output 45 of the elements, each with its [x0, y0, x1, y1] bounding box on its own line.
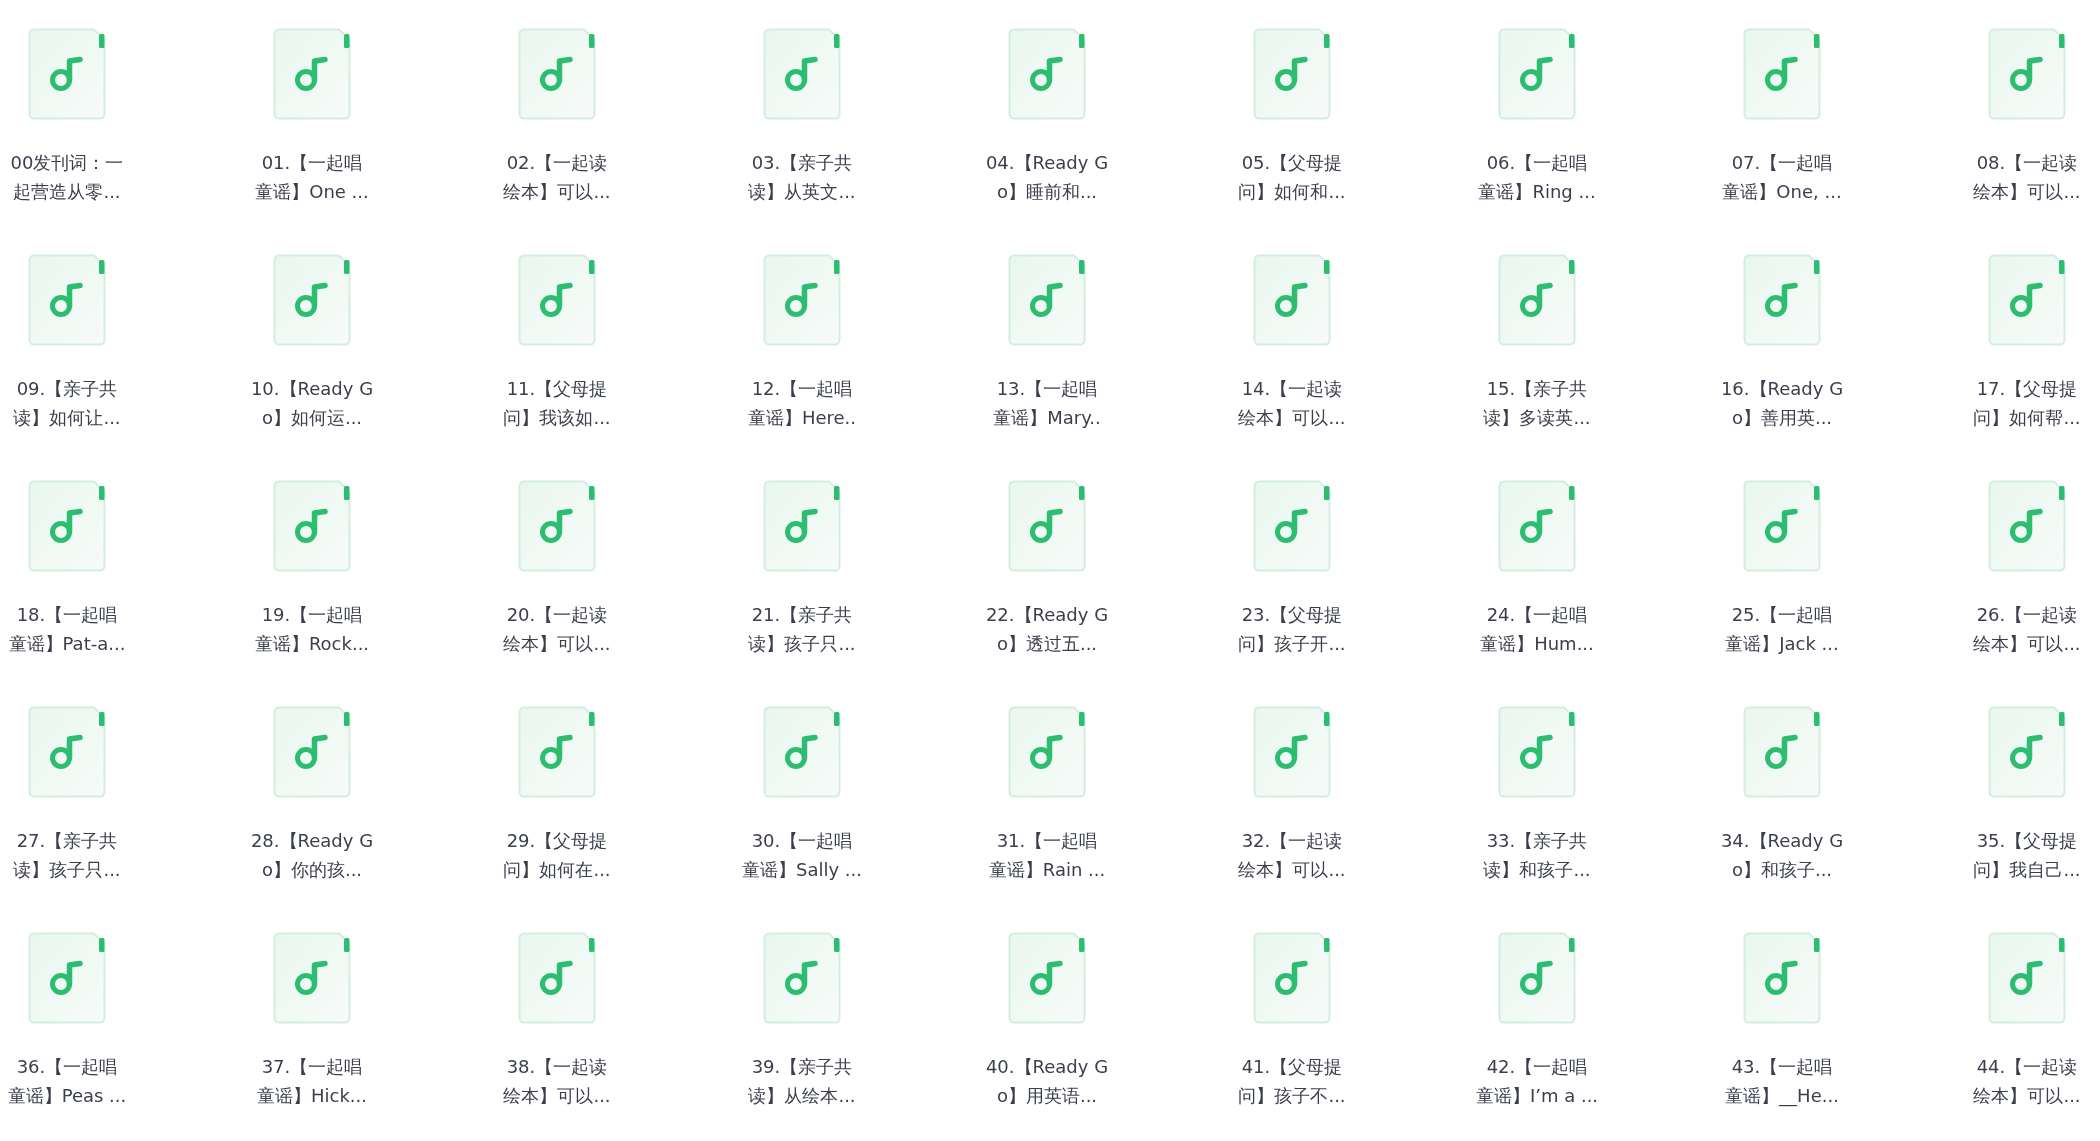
file-name: 33.【亲子共 读】和孩子... — [1483, 829, 1591, 882]
file-name: 02.【一起读 绘本】可以... — [503, 151, 611, 204]
file-name: 07.【一起唱 童谣】One, ... — [1722, 151, 1842, 204]
file-name: 13.【一起唱 童谣】Mary.. — [993, 377, 1101, 430]
file-name: 09.【亲子共 读】如何让... — [13, 377, 121, 430]
file-name: 11.【父母提 问】我该如... — [503, 377, 611, 430]
file-name: 37.【一起唱 童谣】Hick... — [257, 1055, 367, 1108]
file-name: 31.【一起唱 童谣】Rain ... — [988, 829, 1106, 882]
file-name: 06.【一起唱 童谣】Ring ... — [1478, 151, 1596, 204]
file-name: 22.【Ready G o】透过五... — [985, 603, 1109, 656]
file-name: 14.【一起读 绘本】可以... — [1238, 377, 1346, 430]
file-name: 23.【父母提 问】孩子开... — [1238, 603, 1346, 656]
file-name: 05.【父母提 问】如何和... — [1238, 151, 1346, 204]
file-name: 43.【一起唱 童谣】__He... — [1725, 1055, 1839, 1109]
file-name: 28.【Ready G o】你的孩... — [250, 829, 374, 882]
file-name: 42.【一起唱 童谣】I’m a ... — [1475, 1055, 1599, 1108]
file-name: 08.【一起读 绘本】可以... — [1973, 151, 2081, 204]
file-name: 18.【一起唱 童谣】Pat-a... — [8, 603, 126, 656]
file-name: 27.【亲子共 读】孩子只... — [13, 829, 121, 882]
file-name: 17.【父母提 问】如何帮... — [1973, 377, 2081, 430]
file-name: 44.【一起读 绘本】可以... — [1973, 1055, 2081, 1108]
file-name: 40.【Ready G o】用英语... — [985, 1055, 1109, 1108]
file-name: 01.【一起唱 童谣】One ... — [255, 151, 369, 204]
file-name: 30.【一起唱 童谣】Sally ... — [742, 829, 862, 882]
file-name: 38.【一起读 绘本】可以... — [503, 1055, 611, 1108]
file-name: 20.【一起读 绘本】可以... — [503, 603, 611, 656]
file-name: 24.【一起唱 童谣】Hum... — [1480, 603, 1594, 656]
file-name: 04.【Ready G o】睡前和... — [985, 151, 1109, 204]
file-name: 03.【亲子共 读】从英文... — [748, 151, 856, 204]
file-name: 10.【Ready G o】如何运... — [250, 377, 374, 430]
file-name: 32.【一起读 绘本】可以... — [1238, 829, 1346, 882]
file-name: 12.【一起唱 童谣】Here.. — [747, 377, 857, 430]
file-name: 15.【亲子共 读】多读英... — [1483, 377, 1591, 430]
file-name: 00发刊词：一 起营造从零... — [10, 151, 124, 204]
file-name: 16.【Ready G o】善用英... — [1720, 377, 1844, 430]
file-name: 26.【一起读 绘本】可以... — [1973, 603, 2081, 656]
file-name: 39.【亲子共 读】从绘本... — [748, 1055, 856, 1108]
file-name: 21.【亲子共 读】孩子只... — [748, 603, 856, 656]
file-name: 19.【一起唱 童谣】Rock... — [254, 603, 370, 656]
file-name: 41.【父母提 问】孩子不... — [1238, 1055, 1346, 1108]
file-name: 25.【一起唱 童谣】Jack ... — [1725, 603, 1839, 656]
file-name: 36.【一起唱 童谣】Peas ... — [7, 1055, 127, 1108]
file-name: 35.【父母提 问】我自己... — [1973, 829, 2081, 882]
file-name: 29.【父母提 问】如何在... — [503, 829, 611, 882]
file-name: 34.【Ready G o】和孩子... — [1720, 829, 1844, 882]
